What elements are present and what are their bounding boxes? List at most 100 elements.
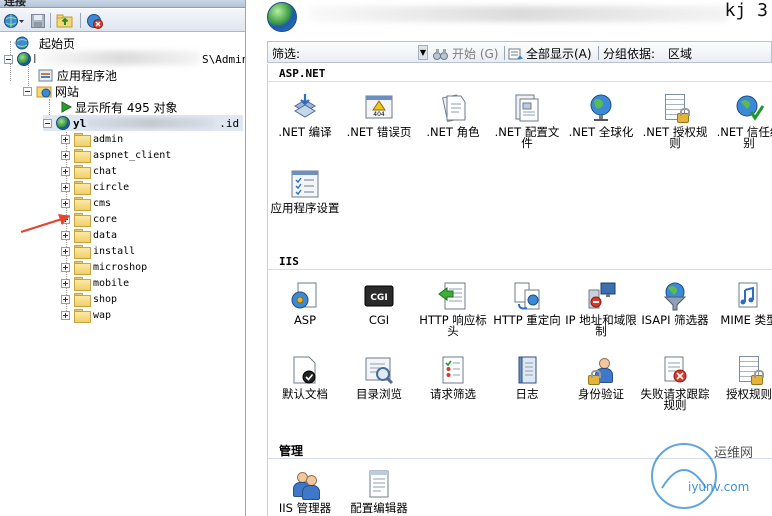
disconnect-button[interactable]: [86, 12, 104, 29]
expand-toggle[interactable]: [61, 294, 70, 304]
feature-default-document[interactable]: 默认文档: [268, 354, 342, 426]
collapse-toggle[interactable]: [23, 86, 32, 96]
app-pools-icon: [38, 69, 53, 82]
collapse-toggle[interactable]: [4, 54, 13, 64]
tree-item-start-page[interactable]: 起始页: [14, 35, 75, 51]
tree-folder-chat[interactable]: chat: [61, 163, 117, 179]
tree-folder-admin[interactable]: admin: [61, 131, 123, 147]
feature-failed-request-tracing[interactable]: 失败请求跟踪规则: [638, 354, 712, 426]
collapse-toggle[interactable]: [43, 118, 52, 128]
feature-dotnet-error-pages[interactable]: 404 .NET 错误页: [342, 92, 416, 164]
feature-iis-authorization[interactable]: 授权规则: [712, 354, 772, 426]
connections-toolbar: [0, 9, 245, 32]
feature-dotnet-profile[interactable]: .NET 配置文件: [490, 92, 564, 164]
cgi-icon: CGI: [363, 280, 395, 312]
group-by-label-wrap: 分组依据:: [603, 45, 655, 62]
tree-label-server-suffix-row: S\Admin: [199, 51, 245, 67]
feature-logging[interactable]: 日志: [490, 354, 564, 426]
feature-label: HTTP 响应标头: [419, 313, 487, 338]
feature-cgi[interactable]: CGI CGI: [342, 280, 416, 352]
group-by-label: 分组依据:: [603, 47, 656, 61]
feature-http-headers[interactable]: HTTP 响应标头: [416, 280, 490, 352]
feature-dotnet-roles[interactable]: .NET 角色: [416, 92, 490, 164]
feature-app-settings[interactable]: 应用程序设置: [268, 168, 342, 240]
feature-asp[interactable]: ASP: [268, 280, 342, 352]
tree-folder-install[interactable]: install: [61, 243, 135, 259]
tree-folder-microshop[interactable]: microshop: [61, 259, 147, 275]
filter-dropdown-button[interactable]: ▼: [418, 45, 428, 60]
folder-icon: [74, 261, 91, 275]
filter-input[interactable]: [302, 44, 422, 60]
feature-label: HTTP 重定向: [493, 313, 561, 327]
feature-label: 应用程序设置: [270, 201, 340, 215]
tree-folder-aspnet-client[interactable]: aspnet_client: [61, 147, 171, 163]
expand-toggle[interactable]: [61, 166, 70, 176]
feature-http-redirect[interactable]: HTTP 重定向: [490, 280, 564, 352]
feature-dotnet-globalization[interactable]: .NET 全球化: [564, 92, 638, 164]
feature-configuration-editor[interactable]: 配置编辑器: [342, 468, 416, 516]
filter-bar: 筛选: ▼ 开始 (G) 全部显示(A) 分组依据: 区域: [267, 41, 772, 63]
group-by-value: 区域: [668, 47, 693, 61]
tree-folder-wap[interactable]: wap: [61, 307, 111, 323]
section-header-management: 管理: [279, 444, 304, 458]
tree-folder-cms[interactable]: cms: [61, 195, 111, 211]
tree-item-server[interactable]: I: [4, 51, 37, 67]
expand-toggle[interactable]: [61, 182, 70, 192]
feature-ip-restrictions[interactable]: IP 地址和域限制: [564, 280, 638, 352]
expand-toggle[interactable]: [61, 278, 70, 288]
tree-item-app-pools[interactable]: 应用程序池: [38, 67, 117, 83]
feature-dotnet-compile[interactable]: .NET 编译: [268, 92, 342, 164]
go-button[interactable]: 开始 (G): [432, 45, 498, 62]
connect-globe-button[interactable]: [3, 12, 25, 29]
tree-label-site-prefix: yl: [73, 116, 87, 130]
show-all-button[interactable]: 全部显示(A): [508, 45, 592, 62]
tree-folder-label: core: [93, 213, 118, 225]
filter-separator: [598, 46, 599, 60]
feature-dotnet-trust-levels[interactable]: .NET 信任级别: [712, 92, 772, 164]
up-level-button[interactable]: [56, 12, 74, 29]
iis-authorization-icon: [733, 354, 765, 386]
tree-item-show-all[interactable]: 显示所有 495 对象: [60, 99, 178, 115]
tree-folder-label: circle: [93, 181, 130, 193]
feature-mime-types[interactable]: MIME 类型: [712, 280, 772, 352]
mime-types-icon: [733, 280, 765, 312]
expand-toggle[interactable]: [61, 310, 70, 320]
feature-isapi-filters[interactable]: ISAPI 筛选器: [638, 280, 712, 352]
server-icon: [17, 52, 31, 66]
feature-iis-manager-permissions[interactable]: IIS 管理器: [268, 468, 342, 516]
expand-toggle[interactable]: [61, 150, 70, 160]
tree-folder-shop[interactable]: shop: [61, 291, 117, 307]
feature-request-filtering[interactable]: 请求筛选: [416, 354, 490, 426]
isapi-filters-icon: [659, 280, 691, 312]
feature-label: ISAPI 筛选器: [641, 313, 709, 327]
tree-folder-mobile[interactable]: mobile: [61, 275, 129, 291]
feature-directory-browsing[interactable]: 目录浏览: [342, 354, 416, 426]
connections-pane: 连接 起始页 I S\Admin 应用程序池 网站 显示所有 495 对象 yl…: [0, 0, 246, 516]
feature-dotnet-authorization[interactable]: .NET 授权规则: [638, 92, 712, 164]
feature-authentication[interactable]: 身份验证: [564, 354, 638, 426]
tree-label-server-prefix: I: [33, 52, 37, 66]
expand-toggle[interactable]: [61, 134, 70, 144]
redacted-site-name: [88, 118, 215, 128]
feature-label: 授权规则: [726, 387, 772, 401]
expand-toggle[interactable]: [61, 198, 70, 208]
group-by-select[interactable]: 区域: [668, 45, 692, 62]
feature-label: .NET 角色: [426, 125, 480, 139]
feature-label: .NET 全球化: [568, 125, 634, 139]
folder-icon: [74, 165, 91, 179]
expand-toggle[interactable]: [61, 262, 70, 272]
feature-label: IIS 管理器: [278, 501, 332, 515]
tree-item-site[interactable]: yl .id: [43, 115, 244, 131]
tree-item-sites[interactable]: 网站: [23, 83, 79, 99]
section-header-iis: IIS: [279, 255, 299, 268]
filter-label: 筛选:: [272, 47, 301, 61]
go-button-label: 开始 (G): [452, 47, 499, 61]
tree-folder-circle[interactable]: circle: [61, 179, 129, 195]
filter-separator: [504, 46, 505, 60]
iis-manager-permissions-icon: [289, 468, 321, 500]
tree-label-sites: 网站: [55, 84, 80, 99]
expand-toggle[interactable]: [61, 246, 70, 256]
authorization-rules-icon: [659, 92, 691, 124]
save-button[interactable]: [30, 12, 46, 29]
redacted-server-name: [40, 51, 200, 65]
